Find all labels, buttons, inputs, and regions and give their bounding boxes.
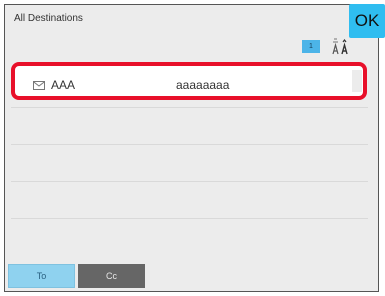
list-divider	[11, 107, 368, 108]
destination-name: AAA	[51, 78, 76, 92]
page-number-badge: 1	[302, 40, 320, 53]
tab-to[interactable]: To	[8, 264, 75, 288]
list-divider	[11, 181, 368, 182]
list-divider	[11, 218, 368, 219]
ok-button[interactable]: OK	[349, 4, 385, 38]
tab-cc[interactable]: Cc	[78, 264, 145, 288]
address-book-screen: All Destinations OK 1 AAA aaaaaaaa To Cc	[0, 0, 385, 296]
sort-icon[interactable]	[330, 37, 352, 57]
destination-address: aaaaaaaa	[176, 78, 230, 92]
list-divider	[11, 144, 368, 145]
destination-row-selected[interactable]: AAA aaaaaaaa	[11, 62, 367, 100]
page-title: All Destinations	[14, 13, 83, 24]
row-scroll-thumb[interactable]	[352, 70, 362, 92]
mail-icon	[33, 81, 45, 90]
